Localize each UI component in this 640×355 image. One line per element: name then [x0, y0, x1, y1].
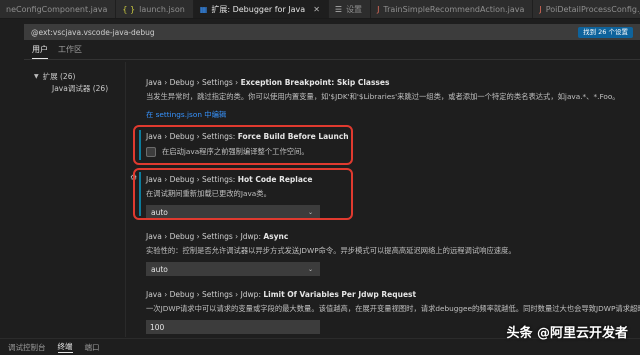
jdwp-limit-input[interactable]: 100: [146, 320, 320, 334]
chevron-down-icon: ▼: [34, 72, 39, 80]
toc-divider: [125, 62, 126, 337]
settings-scope-tabs: 用户 工作区: [32, 44, 82, 59]
setting-description: 当发生异常时，跳过指定的类。你可以使用内置变量，如'$JDK'和'$Librar…: [146, 92, 620, 101]
tab-launch-json[interactable]: { } launch.json: [116, 0, 194, 18]
setting-name: Limit Of Variables Per Jdwp Request: [263, 290, 417, 299]
jdwp-async-select[interactable]: auto ⌄: [146, 262, 320, 276]
editor-tab-bar: neConfigComponent.java { } launch.json ▦…: [0, 0, 640, 19]
setting-jdwp-async: Java › Debug › Settings › Jdwp: Async 实验…: [146, 232, 516, 276]
json-icon: { }: [122, 5, 136, 14]
tab-label: launch.json: [139, 5, 185, 14]
setting-name: Async: [263, 232, 289, 241]
tab-user[interactable]: 用户: [32, 44, 48, 59]
settings-gear-icon: ☰: [334, 5, 343, 14]
toc-item-extensions[interactable]: ▼ 扩展 (26): [34, 70, 108, 82]
chevron-down-icon: ⌄: [307, 265, 313, 273]
java-icon: J: [539, 5, 542, 14]
settings-search-box: 找到 26 个设置: [24, 24, 640, 40]
setting-title: Java › Debug › Settings › Exception Brea…: [146, 78, 620, 87]
divider: [24, 59, 640, 60]
highlight-box-hot-code-replace: [133, 168, 353, 220]
tab-label: neConfigComponent.java: [6, 5, 108, 14]
edit-in-settings-json-link[interactable]: 在 settings.json 中编辑: [146, 110, 620, 120]
toc-item-java-debugger[interactable]: Java调试器 (26): [34, 82, 108, 94]
setting-crumb: Java › Debug › Settings › Jdwp:: [146, 232, 264, 241]
tab-workspace[interactable]: 工作区: [58, 44, 82, 59]
tab-label: 扩展: Debugger for Java: [211, 5, 306, 14]
setting-crumb: Java › Debug › Settings › Jdwp:: [146, 290, 264, 299]
setting-name: Exception Breakpoint: Skip Classes: [240, 78, 390, 87]
toc-label: 扩展 (26): [42, 71, 76, 81]
extension-icon: ▦: [199, 5, 208, 14]
java-icon: J: [377, 5, 380, 14]
settings-toc: ▼ 扩展 (26) Java调试器 (26): [34, 70, 108, 94]
tab-train-simple-recommend[interactable]: J TrainSimpleRecommendAction.java: [371, 0, 534, 18]
tab-label: 设置: [346, 5, 363, 14]
toc-label: Java调试器 (26): [52, 83, 109, 93]
watermark-text: 头条 @阿里云开发者: [506, 326, 628, 341]
tab-label: TrainSimpleRecommendAction.java: [383, 5, 525, 14]
tab-ports[interactable]: 端口: [85, 342, 100, 353]
highlight-box-force-build: [133, 125, 353, 165]
search-result-count-badge: 找到 26 个设置: [578, 27, 633, 38]
tab-config-component[interactable]: neConfigComponent.java: [0, 0, 117, 18]
tab-terminal[interactable]: 终端: [57, 341, 73, 353]
close-icon[interactable]: ✕: [313, 5, 320, 14]
setting-title: Java › Debug › Settings › Jdwp: Limit Of…: [146, 290, 640, 299]
settings-search-input[interactable]: [25, 25, 565, 39]
setting-title: Java › Debug › Settings › Jdwp: Async: [146, 232, 516, 241]
setting-crumb: Java › Debug › Settings ›: [146, 78, 241, 87]
setting-description: 一次JDWP请求中可以请求的变量或字段的最大数量。该值越高，在展开变量视图时，请…: [146, 304, 640, 313]
tab-debug-console[interactable]: 调试控制台: [8, 342, 46, 353]
tab-poi-detail-config[interactable]: J PoiDetailProcessConfig.java: [533, 0, 640, 18]
tab-debugger-for-java[interactable]: ▦ 扩展: Debugger for Java ✕: [193, 0, 329, 18]
tab-label: PoiDetailProcessConfig.java: [545, 5, 640, 14]
setting-description: 实验性的：控制是否允许调试器以异步方式发送JDWP命令。异步模式可以提高高延迟网…: [146, 246, 516, 255]
tab-settings[interactable]: ☰ 设置: [328, 0, 372, 18]
setting-exception-breakpoint-skip-classes: Java › Debug › Settings › Exception Brea…: [146, 78, 620, 120]
select-value: auto: [151, 264, 168, 274]
